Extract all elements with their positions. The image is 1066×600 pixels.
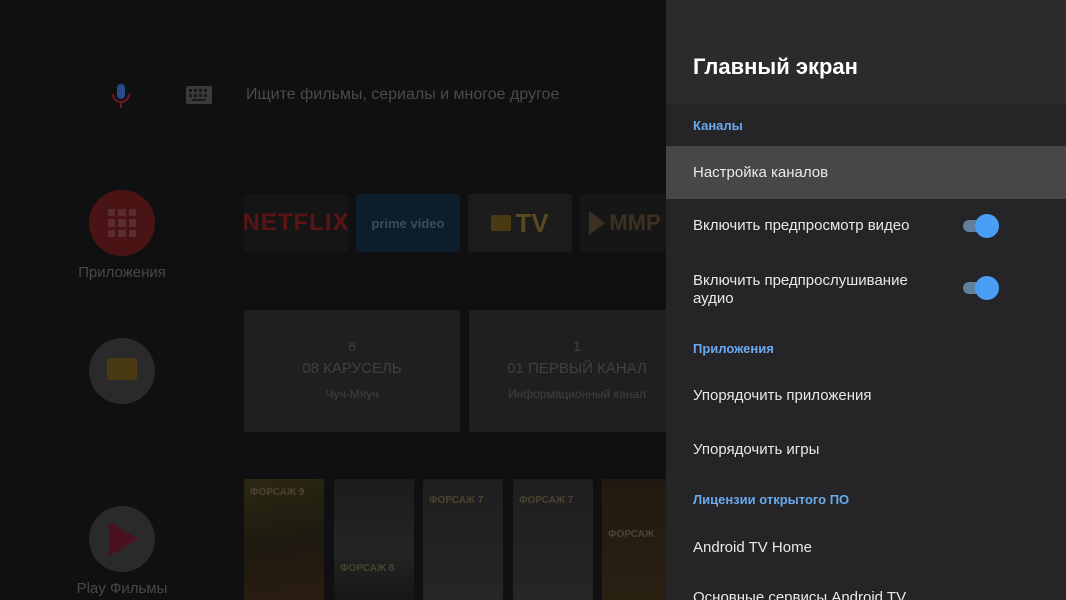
apps-launcher-button[interactable] <box>89 190 155 256</box>
settings-list: Каналы Настройка каналов Включить предпр… <box>666 104 1066 600</box>
apps-label: Приложения <box>78 264 166 281</box>
audio-preview-item[interactable]: Включить предпрослушивание аудио <box>666 256 1066 318</box>
channel-title: 01 ПЕРВЫЙ КАНАЛ <box>507 360 647 377</box>
movie-poster[interactable]: ФОРСАЖ <box>602 479 672 600</box>
live-channels-button[interactable] <box>89 338 155 404</box>
sort-games-item[interactable]: Упорядочить игры <box>666 422 1066 472</box>
atv-core-license-item[interactable]: Основные сервисы Android TV <box>666 574 1066 600</box>
channel-program: Информационный канал <box>507 387 647 401</box>
netflix-tile[interactable]: NETFLIX <box>244 194 348 252</box>
audio-preview-toggle[interactable] <box>963 276 999 300</box>
tv-app-tile[interactable]: TV <box>468 194 572 252</box>
toggle-knob <box>975 214 999 238</box>
play-movies-button[interactable] <box>89 506 155 572</box>
atv-core-label: Основные сервисы Android TV <box>693 589 907 600</box>
movie-poster[interactable]: ФОРСАЖ 8 <box>334 479 414 600</box>
channel-title: 08 КАРУСЕЛЬ <box>302 360 402 377</box>
video-preview-toggle[interactable] <box>963 214 999 238</box>
apps-grid-icon <box>108 209 136 237</box>
panel-title: Главный экран <box>693 54 858 79</box>
toggle-knob <box>975 276 999 300</box>
sort-apps-item[interactable]: Упорядочить приложения <box>666 368 1066 418</box>
mic-icon[interactable] <box>108 82 134 110</box>
section-header-channels: Каналы <box>693 118 743 133</box>
settings-panel: Главный экран Каналы Настройка каналов В… <box>666 0 1066 600</box>
sort-apps-label: Упорядочить приложения <box>693 387 872 404</box>
mmp-tile[interactable]: MMP <box>580 194 670 252</box>
live-tv-icon <box>107 358 137 380</box>
channel-card[interactable]: 8 08 КАРУСЕЛЬ Чуч-Мяуч <box>244 310 460 432</box>
poster-title: ФОРСАЖ 8 <box>340 563 395 574</box>
play-movies-label: Play Фильмы <box>76 580 168 597</box>
audio-preview-label: Включить предпрослушивание аудио <box>693 272 908 307</box>
search-placeholder[interactable]: Ищите фильмы, сериалы и многое другое <box>246 86 559 104</box>
poster-title: ФОРСАЖ 7 <box>519 495 574 506</box>
channel-card[interactable]: 1 01 ПЕРВЫЙ КАНАЛ Информационный канал <box>469 310 685 432</box>
video-preview-label: Включить предпросмотр видео <box>693 217 910 234</box>
mmp-play-icon <box>589 211 606 235</box>
channel-number: 8 <box>348 338 356 354</box>
poster-title: ФОРСАЖ 9 <box>250 487 305 498</box>
keyboard-icon[interactable] <box>186 86 212 104</box>
movie-poster[interactable]: ФОРСАЖ 7 <box>513 479 593 600</box>
play-movies-icon <box>109 522 139 556</box>
video-preview-item[interactable]: Включить предпросмотр видео <box>666 202 1066 252</box>
movie-poster[interactable]: ФОРСАЖ 9 <box>244 479 324 600</box>
tv-app-label: TV <box>515 207 549 238</box>
channel-number: 1 <box>573 338 581 354</box>
poster-title: ФОРСАЖ <box>608 529 654 540</box>
channel-program: Чуч-Мяуч <box>325 387 379 401</box>
atv-home-license-item[interactable]: Android TV Home <box>666 520 1066 570</box>
movie-poster[interactable]: ФОРСАЖ 7 <box>423 479 503 600</box>
channel-setup-item[interactable]: Настройка каналов <box>666 146 1066 199</box>
atv-home-label: Android TV Home <box>693 539 812 556</box>
sort-games-label: Упорядочить игры <box>693 441 820 458</box>
section-header-apps: Приложения <box>693 341 774 356</box>
prime-video-tile[interactable]: prime video <box>356 194 460 252</box>
mmp-label: MMP <box>609 210 661 235</box>
section-header-licenses: Лицензии открытого ПО <box>693 492 850 507</box>
channel-setup-label: Настройка каналов <box>693 164 829 181</box>
poster-title: ФОРСАЖ 7 <box>429 495 484 506</box>
tv-app-icon <box>491 215 512 231</box>
